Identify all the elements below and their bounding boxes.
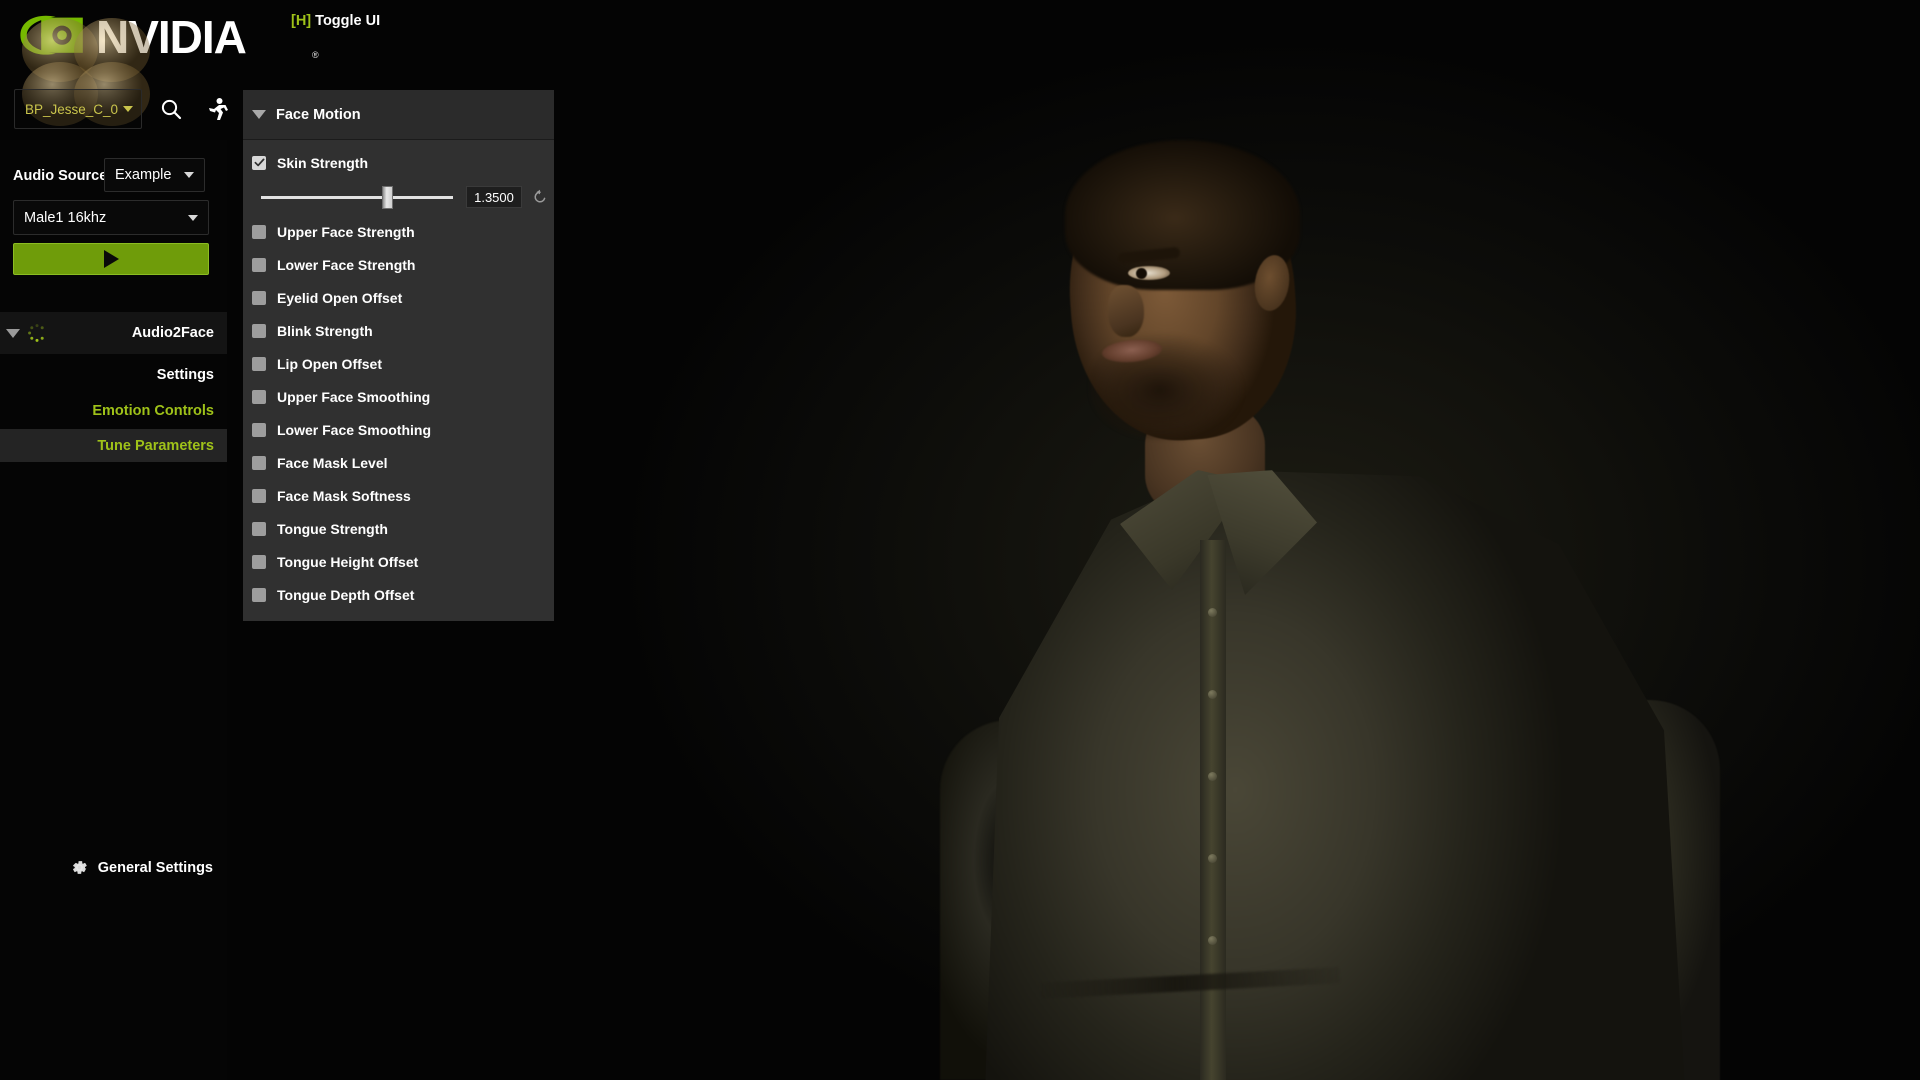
param-checkbox[interactable]: [252, 587, 266, 602]
object-selector-dropdown[interactable]: BP_Jesse_C_0: [14, 89, 142, 129]
app-root: NVIDIA ® BP_Jesse_C_0 Audio Source Examp…: [0, 0, 1920, 1080]
sidebar-item-emotion-controls[interactable]: Emotion Controls: [0, 394, 227, 427]
param-label: Upper Face Smoothing: [277, 388, 431, 405]
param-checkbox[interactable]: [252, 323, 266, 338]
param-label: Lip Open Offset: [277, 355, 382, 372]
character-eye: [1128, 266, 1170, 280]
collapse-triangle-icon: [6, 328, 20, 338]
shirt-button: [1208, 854, 1217, 863]
sidebar-item-settings[interactable]: Settings: [0, 358, 227, 391]
skin-strength-checkbox[interactable]: [252, 155, 266, 170]
skin-strength-slider-handle[interactable]: [382, 185, 394, 209]
param-checkbox[interactable]: [252, 257, 266, 272]
nvidia-logo: NVIDIA ®: [14, 10, 324, 72]
face-motion-body: Skin Strength 1.3500 Upper Face Strength…: [243, 140, 554, 621]
left-sidebar-panel: [0, 140, 227, 1080]
face-motion-parameter-list: Upper Face Strength Lower Face Strength Ey…: [243, 215, 554, 611]
character-shirt-placket: [1200, 540, 1226, 1080]
param-row: Lower Face Strength: [243, 248, 554, 281]
reset-icon[interactable]: [532, 189, 548, 205]
param-row: Face Mask Level: [243, 446, 554, 479]
param-row: Tongue Depth Offset: [243, 578, 554, 611]
search-button[interactable]: [154, 92, 188, 126]
skin-strength-value-input[interactable]: 1.3500: [466, 186, 522, 208]
shirt-button: [1208, 772, 1217, 781]
nvidia-eye-icon: [20, 15, 83, 55]
param-checkbox[interactable]: [252, 422, 266, 437]
skin-strength-slider-row: 1.3500: [243, 179, 554, 215]
param-label: Tongue Strength: [277, 520, 388, 537]
audio-clip-value: Male1 16khz: [24, 209, 107, 226]
param-checkbox[interactable]: [252, 488, 266, 503]
param-checkbox[interactable]: [252, 224, 266, 239]
param-label: Face Mask Softness: [277, 487, 411, 504]
sidebar-item-label: Settings: [156, 366, 214, 383]
param-row: Lower Face Smoothing: [243, 413, 554, 446]
audio-source-label: Audio Source: [13, 168, 108, 184]
face-motion-panel: Face Motion Skin Strength 1.3500 Upper F…: [243, 90, 554, 621]
param-row: Face Mask Softness: [243, 479, 554, 512]
param-label: Eyelid Open Offset: [277, 289, 403, 306]
toggle-ui-key: [H]: [291, 13, 312, 29]
face-motion-title: Face Motion: [276, 106, 361, 123]
param-label: Lower Face Strength: [277, 256, 416, 273]
gear-icon: [72, 861, 87, 874]
toggle-ui-label: Toggle UI: [315, 13, 381, 29]
param-row: Eyelid Open Offset: [243, 281, 554, 314]
param-checkbox[interactable]: [252, 521, 266, 536]
shirt-button: [1208, 936, 1217, 945]
run-character-icon: [209, 98, 228, 120]
sidebar-item-tune-parameters[interactable]: Tune Parameters: [0, 429, 227, 462]
general-settings-button[interactable]: General Settings: [0, 850, 227, 885]
audio2face-label: Audio2Face: [131, 325, 214, 341]
selected-object-label: BP_Jesse_C_0: [25, 101, 119, 117]
audio-source-dropdown[interactable]: Example: [104, 158, 205, 192]
chevron-down-icon: [184, 172, 194, 178]
chevron-down-icon: [188, 214, 198, 221]
object-picker-row: BP_Jesse_C_0: [14, 88, 234, 130]
param-label: Blink Strength: [277, 322, 373, 339]
shirt-button: [1208, 690, 1217, 699]
general-settings-label: General Settings: [97, 859, 213, 876]
skin-strength-label: Skin Strength: [277, 154, 369, 171]
param-label: Tongue Depth Offset: [277, 586, 415, 603]
checkmark-icon: [254, 158, 264, 167]
chevron-down-icon: [123, 106, 133, 112]
registered-mark: ®: [312, 50, 319, 60]
param-row: Tongue Height Offset: [243, 545, 554, 578]
face-motion-header[interactable]: Face Motion: [243, 90, 554, 140]
play-button[interactable]: [13, 243, 209, 275]
collapse-triangle-icon: [252, 110, 266, 119]
search-icon: [161, 99, 182, 120]
param-row: Lip Open Offset: [243, 347, 554, 380]
param-label: Tongue Height Offset: [277, 553, 419, 570]
param-checkbox[interactable]: [252, 356, 266, 371]
param-checkbox[interactable]: [252, 554, 266, 569]
audio-clip-dropdown[interactable]: Male1 16khz: [13, 200, 209, 235]
run-character-button[interactable]: [200, 92, 234, 126]
sidebar-item-label: Tune Parameters: [97, 437, 214, 454]
param-label: Face Mask Level: [277, 454, 388, 471]
skin-strength-slider-track[interactable]: [261, 185, 453, 209]
loading-spinner-icon: [28, 324, 44, 342]
param-checkbox[interactable]: [252, 389, 266, 404]
play-icon: [103, 250, 119, 268]
character-pupil: [1136, 268, 1147, 279]
sidebar-item-label: Emotion Controls: [92, 402, 214, 419]
param-label: Lower Face Smoothing: [277, 421, 432, 438]
audio-source-value: Example: [115, 167, 172, 183]
param-row-skin-strength: Skin Strength: [243, 146, 554, 179]
param-checkbox[interactable]: [252, 455, 266, 470]
param-checkbox[interactable]: [252, 290, 266, 305]
param-row: Tongue Strength: [243, 512, 554, 545]
param-row: Upper Face Strength: [243, 215, 554, 248]
param-label: Upper Face Strength: [277, 223, 415, 240]
toggle-ui-hint: [H] Toggle UI: [291, 13, 380, 29]
param-row: Upper Face Smoothing: [243, 380, 554, 413]
character-nose: [1108, 285, 1144, 337]
param-row: Blink Strength: [243, 314, 554, 347]
shirt-button: [1208, 608, 1217, 617]
nvidia-wordmark: NVIDIA: [96, 11, 247, 63]
